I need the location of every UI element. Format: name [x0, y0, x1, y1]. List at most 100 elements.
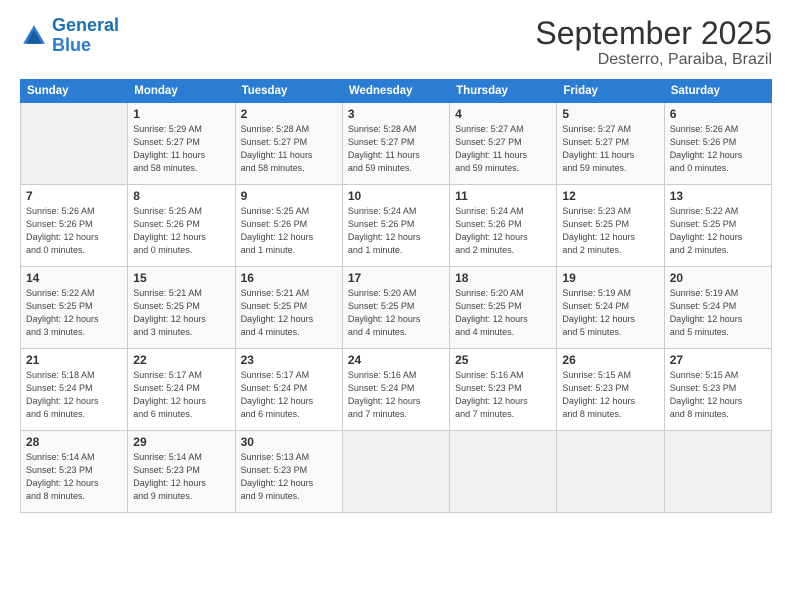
calendar-cell — [450, 431, 557, 513]
calendar-cell: 14 Sunrise: 5:22 AM Sunset: 5:25 PM Dayli… — [21, 267, 128, 349]
day-number: 22 — [133, 353, 229, 367]
day-number: 20 — [670, 271, 766, 285]
cell-content: Sunrise: 5:26 AM Sunset: 5:26 PM Dayligh… — [670, 124, 743, 173]
cell-content: Sunrise: 5:15 AM Sunset: 5:23 PM Dayligh… — [562, 370, 635, 419]
col-thursday: Thursday — [450, 80, 557, 103]
cell-content: Sunrise: 5:20 AM Sunset: 5:25 PM Dayligh… — [348, 288, 421, 337]
col-wednesday: Wednesday — [342, 80, 449, 103]
calendar-cell: 12 Sunrise: 5:23 AM Sunset: 5:25 PM Dayli… — [557, 185, 664, 267]
day-number: 14 — [26, 271, 122, 285]
calendar-cell: 5 Sunrise: 5:27 AM Sunset: 5:27 PM Daylig… — [557, 103, 664, 185]
day-number: 29 — [133, 435, 229, 449]
logo: General Blue — [20, 16, 119, 56]
calendar-cell: 3 Sunrise: 5:28 AM Sunset: 5:27 PM Daylig… — [342, 103, 449, 185]
calendar-cell — [21, 103, 128, 185]
day-number: 25 — [455, 353, 551, 367]
calendar-title: September 2025 — [535, 16, 772, 51]
calendar-week-3: 21 Sunrise: 5:18 AM Sunset: 5:24 PM Dayli… — [21, 349, 772, 431]
day-number: 1 — [133, 107, 229, 121]
day-number: 27 — [670, 353, 766, 367]
calendar-header: Sunday Monday Tuesday Wednesday Thursday… — [21, 80, 772, 103]
calendar-cell: 17 Sunrise: 5:20 AM Sunset: 5:25 PM Dayli… — [342, 267, 449, 349]
day-number: 24 — [348, 353, 444, 367]
calendar-cell: 2 Sunrise: 5:28 AM Sunset: 5:27 PM Daylig… — [235, 103, 342, 185]
calendar-cell: 26 Sunrise: 5:15 AM Sunset: 5:23 PM Dayli… — [557, 349, 664, 431]
calendar-cell: 23 Sunrise: 5:17 AM Sunset: 5:24 PM Dayli… — [235, 349, 342, 431]
cell-content: Sunrise: 5:16 AM Sunset: 5:23 PM Dayligh… — [455, 370, 528, 419]
calendar-cell: 8 Sunrise: 5:25 AM Sunset: 5:26 PM Daylig… — [128, 185, 235, 267]
day-number: 17 — [348, 271, 444, 285]
day-number: 10 — [348, 189, 444, 203]
calendar-cell: 27 Sunrise: 5:15 AM Sunset: 5:23 PM Dayli… — [664, 349, 771, 431]
day-number: 30 — [241, 435, 337, 449]
calendar-subtitle: Desterro, Paraiba, Brazil — [535, 51, 772, 69]
calendar-cell: 1 Sunrise: 5:29 AM Sunset: 5:27 PM Daylig… — [128, 103, 235, 185]
cell-content: Sunrise: 5:28 AM Sunset: 5:27 PM Dayligh… — [241, 124, 313, 173]
calendar-cell: 19Sunrise: 5:19 AM Sunset: 5:24 PM Dayli… — [557, 267, 664, 349]
calendar-cell — [664, 431, 771, 513]
cell-content: Sunrise: 5:16 AM Sunset: 5:24 PM Dayligh… — [348, 370, 421, 419]
calendar-cell: 25 Sunrise: 5:16 AM Sunset: 5:23 PM Dayli… — [450, 349, 557, 431]
cell-content: Sunrise: 5:26 AM Sunset: 5:26 PM Dayligh… — [26, 206, 99, 255]
cell-content: Sunrise: 5:23 AM Sunset: 5:25 PM Dayligh… — [562, 206, 635, 255]
calendar-cell: 28 Sunrise: 5:14 AM Sunset: 5:23 PM Dayli… — [21, 431, 128, 513]
day-number: 18 — [455, 271, 551, 285]
day-number: 5 — [562, 107, 658, 121]
col-monday: Monday — [128, 80, 235, 103]
calendar-body: 1 Sunrise: 5:29 AM Sunset: 5:27 PM Daylig… — [21, 103, 772, 513]
cell-content: Sunrise: 5:14 AM Sunset: 5:23 PM Dayligh… — [133, 452, 206, 501]
calendar-cell: 20 Sunrise: 5:19 AM Sunset: 5:24 PM Dayli… — [664, 267, 771, 349]
header: General Blue September 2025 Desterro, Pa… — [20, 16, 772, 69]
cell-content: Sunrise: 5:22 AM Sunset: 5:25 PM Dayligh… — [670, 206, 743, 255]
cell-content: Sunrise: 5:14 AM Sunset: 5:23 PM Dayligh… — [26, 452, 99, 501]
cell-content: Sunrise: 5:25 AM Sunset: 5:26 PM Dayligh… — [241, 206, 314, 255]
cell-content: Sunrise: 5:15 AM Sunset: 5:23 PM Dayligh… — [670, 370, 743, 419]
day-number: 3 — [348, 107, 444, 121]
logo-text: General Blue — [52, 16, 119, 56]
day-number: 21 — [26, 353, 122, 367]
cell-content: Sunrise: 5:27 AM Sunset: 5:27 PM Dayligh… — [562, 124, 634, 173]
day-number: 8 — [133, 189, 229, 203]
cell-content: Sunrise: 5:13 AM Sunset: 5:23 PM Dayligh… — [241, 452, 314, 501]
cell-content: Sunrise: 5:17 AM Sunset: 5:24 PM Dayligh… — [133, 370, 206, 419]
cell-content: Sunrise: 5:25 AM Sunset: 5:26 PM Dayligh… — [133, 206, 206, 255]
calendar-table: Sunday Monday Tuesday Wednesday Thursday… — [20, 79, 772, 513]
calendar-cell — [342, 431, 449, 513]
calendar-cell: 24 Sunrise: 5:16 AM Sunset: 5:24 PM Dayli… — [342, 349, 449, 431]
day-number: 4 — [455, 107, 551, 121]
day-number: 11 — [455, 189, 551, 203]
cell-content: Sunrise: 5:18 AM Sunset: 5:24 PM Dayligh… — [26, 370, 99, 419]
cell-content: Sunrise: 5:28 AM Sunset: 5:27 PM Dayligh… — [348, 124, 420, 173]
calendar-cell — [557, 431, 664, 513]
calendar-cell: 4Sunrise: 5:27 AM Sunset: 5:27 PM Daylig… — [450, 103, 557, 185]
calendar-cell: 21 Sunrise: 5:18 AM Sunset: 5:24 PM Dayli… — [21, 349, 128, 431]
cell-content: Sunrise: 5:24 AM Sunset: 5:26 PM Dayligh… — [455, 206, 528, 255]
day-number: 12 — [562, 189, 658, 203]
day-number: 26 — [562, 353, 658, 367]
calendar-cell: 9 Sunrise: 5:25 AM Sunset: 5:26 PM Daylig… — [235, 185, 342, 267]
page: General Blue September 2025 Desterro, Pa… — [0, 0, 792, 612]
cell-content: Sunrise: 5:20 AM Sunset: 5:25 PM Dayligh… — [455, 288, 528, 337]
day-number: 7 — [26, 189, 122, 203]
day-number: 9 — [241, 189, 337, 203]
calendar-cell: 10Sunrise: 5:24 AM Sunset: 5:26 PM Dayli… — [342, 185, 449, 267]
day-number: 28 — [26, 435, 122, 449]
logo-line1: General — [52, 15, 119, 35]
calendar-week-2: 14 Sunrise: 5:22 AM Sunset: 5:25 PM Dayli… — [21, 267, 772, 349]
cell-content: Sunrise: 5:29 AM Sunset: 5:27 PM Dayligh… — [133, 124, 205, 173]
day-number: 2 — [241, 107, 337, 121]
cell-content: Sunrise: 5:22 AM Sunset: 5:25 PM Dayligh… — [26, 288, 99, 337]
logo-line2: Blue — [52, 35, 91, 55]
header-row: Sunday Monday Tuesday Wednesday Thursday… — [21, 80, 772, 103]
calendar-cell: 13Sunrise: 5:22 AM Sunset: 5:25 PM Dayli… — [664, 185, 771, 267]
day-number: 23 — [241, 353, 337, 367]
day-number: 6 — [670, 107, 766, 121]
cell-content: Sunrise: 5:19 AM Sunset: 5:24 PM Dayligh… — [670, 288, 743, 337]
calendar-cell: 6 Sunrise: 5:26 AM Sunset: 5:26 PM Daylig… — [664, 103, 771, 185]
day-number: 15 — [133, 271, 229, 285]
calendar-cell: 15Sunrise: 5:21 AM Sunset: 5:25 PM Dayli… — [128, 267, 235, 349]
cell-content: Sunrise: 5:17 AM Sunset: 5:24 PM Dayligh… — [241, 370, 314, 419]
calendar-week-0: 1 Sunrise: 5:29 AM Sunset: 5:27 PM Daylig… — [21, 103, 772, 185]
calendar-cell: 22 Sunrise: 5:17 AM Sunset: 5:24 PM Dayli… — [128, 349, 235, 431]
calendar-cell: 7 Sunrise: 5:26 AM Sunset: 5:26 PM Daylig… — [21, 185, 128, 267]
